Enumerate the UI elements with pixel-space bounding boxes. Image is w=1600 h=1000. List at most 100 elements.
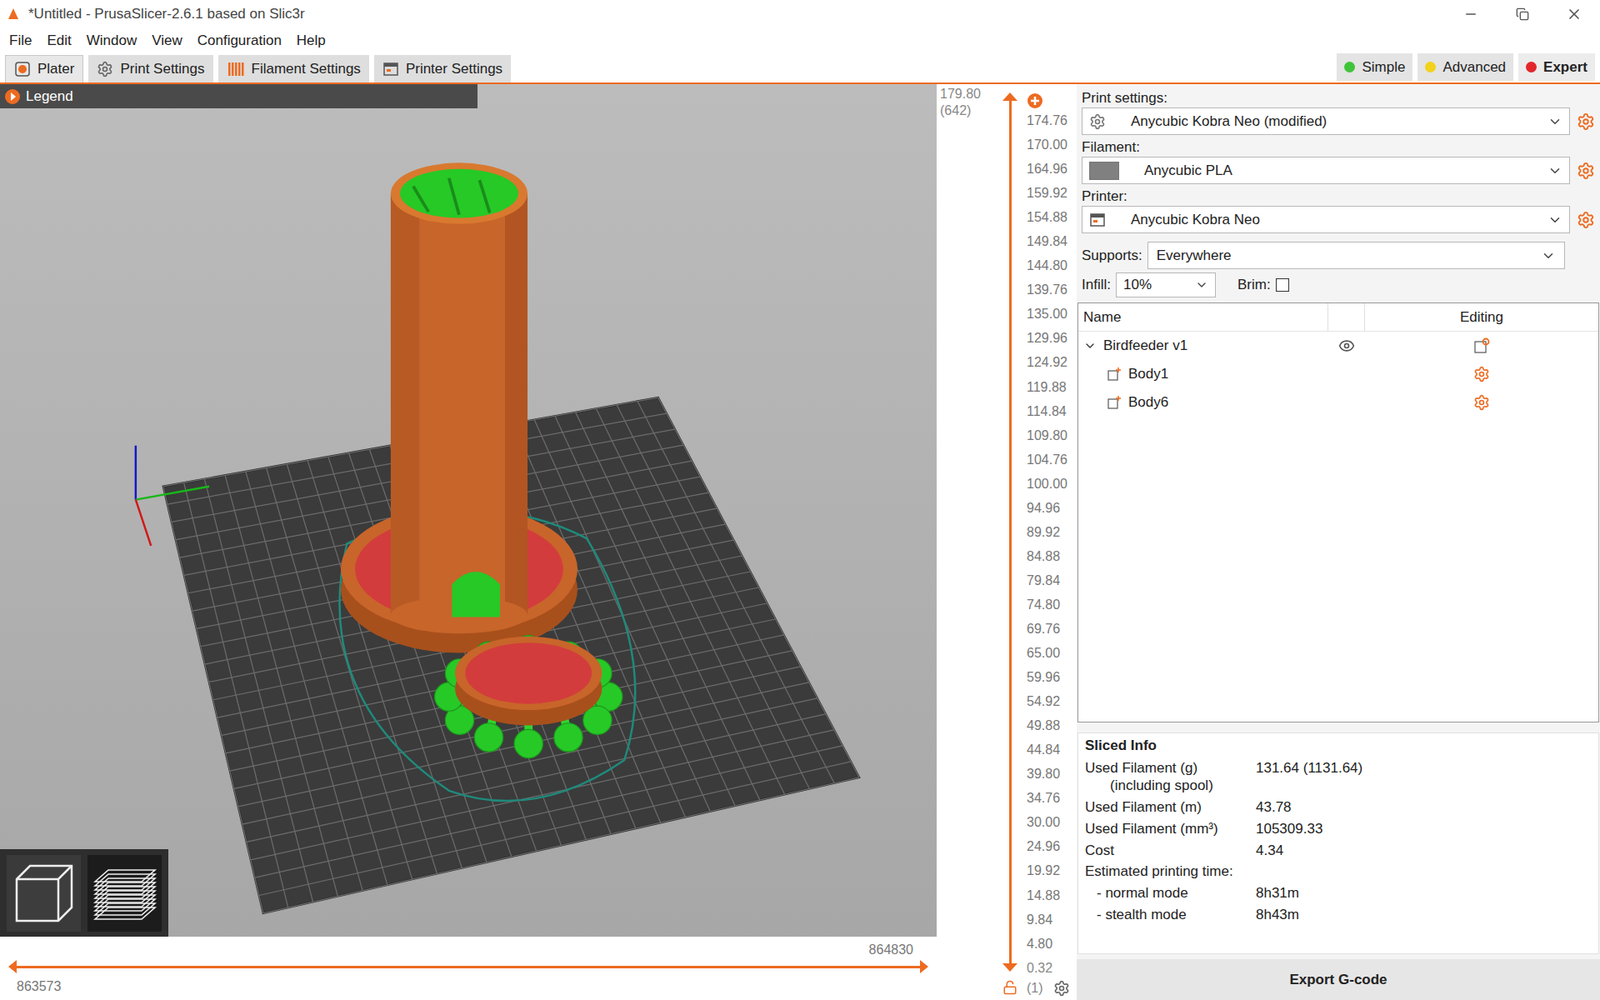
preset-dropdown[interactable]: Anycubic Kobra Neo (modified) bbox=[1081, 107, 1570, 135]
brim-checkbox[interactable] bbox=[1275, 278, 1290, 292]
cube-icon bbox=[11, 860, 77, 926]
menu-item[interactable]: File bbox=[1, 28, 40, 54]
sliced-info-title: Sliced Info bbox=[1085, 736, 1592, 755]
object-row[interactable]: Body1 bbox=[1078, 360, 1599, 389]
mode-button[interactable]: Advanced bbox=[1417, 53, 1514, 81]
tick-label: 154.88 bbox=[1026, 209, 1077, 226]
tab[interactable]: Printer Settings bbox=[374, 55, 511, 83]
close-button[interactable] bbox=[1548, 0, 1600, 29]
gear-icon bbox=[96, 60, 114, 78]
left-thumb-icon bbox=[8, 960, 17, 974]
menu-item[interactable]: Edit bbox=[39, 28, 79, 54]
mode-dot-icon bbox=[1425, 61, 1436, 73]
menu-item[interactable]: Configuration bbox=[190, 28, 290, 54]
horizontal-slider[interactable]: 864830 863573 bbox=[0, 936, 937, 1000]
visibility-eye-icon[interactable] bbox=[1338, 337, 1355, 355]
tick-label: 59.96 bbox=[1026, 669, 1077, 686]
tick-label: 24.96 bbox=[1026, 838, 1077, 855]
edit-object-icon[interactable] bbox=[1473, 337, 1490, 355]
plater-icon bbox=[14, 60, 31, 78]
part-icon bbox=[1106, 366, 1122, 382]
tick-label: 159.92 bbox=[1026, 185, 1077, 202]
title-bar: *Untitled - PrusaSlicer-2.6.1 based on S… bbox=[0, 0, 1600, 29]
infill-label: Infill: bbox=[1081, 274, 1111, 296]
tick-label: 124.92 bbox=[1026, 354, 1077, 371]
sliced-info-row: Cost4.34 bbox=[1085, 841, 1592, 860]
menu-item[interactable]: View bbox=[144, 28, 190, 54]
minimize-icon bbox=[1463, 6, 1479, 22]
tick-label: 89.92 bbox=[1026, 524, 1077, 541]
preset-dropdown[interactable]: Anycubic PLA bbox=[1081, 156, 1570, 185]
sliced-info-row: - stealth mode8h43m bbox=[1085, 905, 1592, 924]
tick-label: 49.88 bbox=[1026, 717, 1077, 735]
part-settings-gear-icon[interactable] bbox=[1473, 394, 1490, 411]
mode-button[interactable]: Expert bbox=[1518, 53, 1595, 81]
horizontal-upper-value: 864830 bbox=[869, 940, 914, 960]
tick-label: 119.88 bbox=[1026, 379, 1077, 396]
object-row[interactable]: Birdfeeder v1 bbox=[1078, 331, 1599, 360]
export-gcode-button[interactable]: Export G-code bbox=[1076, 959, 1600, 1000]
tick-label: 34.76 bbox=[1026, 790, 1077, 807]
tick-label: 65.00 bbox=[1026, 645, 1077, 662]
legend-bar[interactable]: Legend bbox=[0, 84, 478, 109]
object-list-header: NameEditing bbox=[1078, 303, 1599, 332]
supports-label: Supports: bbox=[1081, 245, 1143, 267]
tick-label: 170.00 bbox=[1026, 136, 1077, 154]
preset-dropdown[interactable]: Anycubic Kobra Neo bbox=[1081, 205, 1570, 234]
tick-label: 149.84 bbox=[1026, 233, 1077, 250]
menu-item[interactable]: Window bbox=[79, 28, 145, 54]
vertical-slider[interactable]: 179.80(642)174.76170.00164.96159.92154.8… bbox=[936, 84, 1077, 1000]
scene-3d[interactable] bbox=[0, 84, 937, 937]
view-button[interactable] bbox=[87, 855, 162, 932]
restore-button[interactable] bbox=[1496, 0, 1549, 29]
tick-label: 100.00 bbox=[1026, 475, 1077, 493]
add-color-change-icon[interactable] bbox=[1026, 92, 1044, 110]
filament-color-swatch bbox=[1089, 161, 1120, 180]
supports-dropdown[interactable]: Everywhere bbox=[1147, 241, 1565, 270]
tick-label: 14.88 bbox=[1026, 887, 1077, 905]
sliced-info-row: Estimated printing time: bbox=[1085, 862, 1592, 880]
tick-label: 164.96 bbox=[1026, 160, 1077, 178]
mode-button[interactable]: Simple bbox=[1336, 53, 1413, 81]
up-thumb-icon bbox=[1002, 92, 1018, 101]
tab[interactable]: Plater bbox=[5, 55, 84, 83]
object-row[interactable]: Body6 bbox=[1078, 388, 1599, 417]
tick-label: 44.84 bbox=[1026, 741, 1077, 759]
tick-label: 9.84 bbox=[1026, 911, 1077, 929]
preset-label: Print settings: bbox=[1081, 89, 1595, 108]
tick-label: 69.76 bbox=[1026, 620, 1077, 638]
tick-label: 139.76 bbox=[1026, 281, 1077, 299]
minimize-button[interactable] bbox=[1445, 0, 1497, 29]
infill-dropdown[interactable]: 10% bbox=[1115, 272, 1216, 298]
app-logo-icon bbox=[6, 7, 20, 21]
expand-icon[interactable] bbox=[1083, 339, 1097, 353]
gear-icon[interactable] bbox=[1576, 210, 1595, 230]
horizontal-lower-value: 863573 bbox=[8, 973, 929, 997]
gear-icon[interactable] bbox=[1053, 980, 1070, 997]
tick-label: 129.96 bbox=[1026, 330, 1077, 347]
preset-label: Printer: bbox=[1081, 187, 1595, 206]
gear-icon[interactable] bbox=[1576, 161, 1595, 180]
tab[interactable]: Filament Settings bbox=[218, 55, 370, 83]
upper-layer: (642) bbox=[940, 102, 1002, 120]
printer-icon bbox=[1089, 211, 1106, 229]
view-toggle bbox=[0, 849, 169, 937]
chevron-down-icon bbox=[1547, 163, 1563, 179]
viewport[interactable]: Legend bbox=[0, 84, 937, 937]
menu-item[interactable]: Help bbox=[289, 28, 334, 54]
tick-label: 54.92 bbox=[1026, 693, 1077, 710]
sliced-info-row: Used Filament (mm³)105309.33 bbox=[1085, 820, 1592, 838]
lock-icon[interactable] bbox=[1002, 980, 1018, 995]
view-button[interactable] bbox=[6, 855, 81, 932]
tick-label: 19.92 bbox=[1026, 862, 1077, 880]
restore-icon bbox=[1515, 7, 1530, 21]
tick-label: 39.80 bbox=[1026, 765, 1077, 783]
gear-icon[interactable] bbox=[1576, 112, 1595, 131]
part-icon bbox=[1106, 395, 1122, 410]
prusaslicer-window: *Untitled - PrusaSlicer-2.6.1 based on S… bbox=[0, 0, 1600, 1000]
sliced-info-row: - normal mode8h31m bbox=[1085, 884, 1592, 902]
menu-bar: FileEditWindowViewConfigurationHelp bbox=[0, 28, 1600, 54]
tab[interactable]: Print Settings bbox=[88, 55, 213, 83]
down-thumb-icon bbox=[1002, 963, 1018, 972]
part-settings-gear-icon[interactable] bbox=[1473, 365, 1490, 383]
